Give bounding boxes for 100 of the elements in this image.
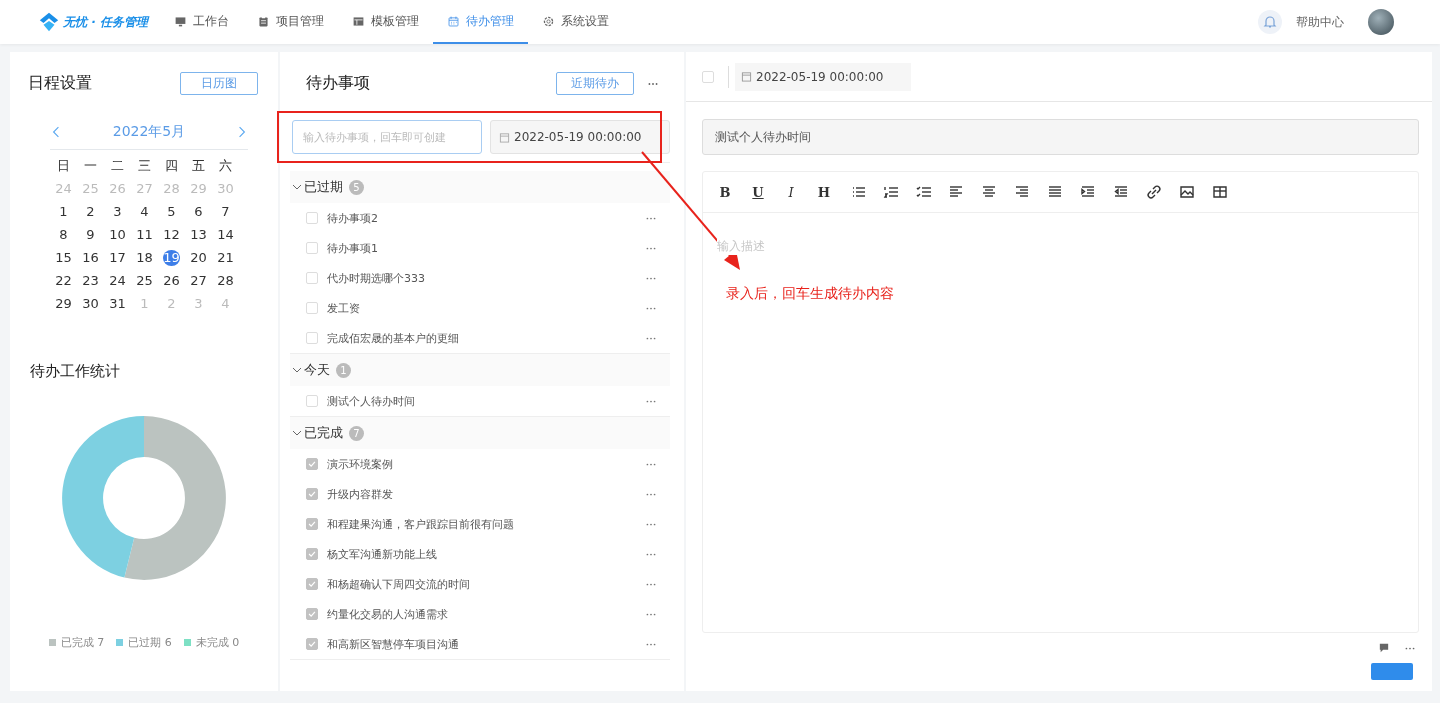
help-link[interactable]: 帮助中心 [1296, 13, 1344, 31]
calendar-day[interactable]: 8 [55, 227, 72, 243]
todo-item[interactable]: 演示环境案例 [327, 456, 646, 472]
calendar-day[interactable]: 26 [163, 273, 180, 289]
calendar-day[interactable]: 15 [55, 250, 72, 266]
calendar-day[interactable]: 3 [109, 204, 126, 220]
calendar-day[interactable]: 23 [82, 273, 99, 289]
more-icon[interactable] [646, 582, 656, 586]
calendar-day[interactable]: 13 [190, 227, 207, 243]
more-icon[interactable] [646, 522, 656, 526]
format-button[interactable]: I [783, 184, 799, 200]
calendar-day[interactable]: 27 [190, 273, 207, 289]
more-icon[interactable] [646, 246, 656, 250]
calendar-day[interactable]: 24 [109, 273, 126, 289]
nav-tab[interactable]: 工作台 [159, 0, 243, 44]
more-icon[interactable] [646, 336, 656, 340]
checkbox[interactable] [306, 272, 318, 284]
group-header[interactable]: 今天 1 [290, 354, 670, 386]
more-icon[interactable] [646, 306, 656, 310]
indent-icon[interactable] [1080, 184, 1096, 200]
calendar-day[interactable]: 10 [109, 227, 126, 243]
checkbox[interactable] [306, 458, 318, 470]
format-button[interactable]: H [816, 184, 832, 200]
calendar-day[interactable]: 6 [190, 204, 207, 220]
checkbox[interactable] [306, 608, 318, 620]
title-field[interactable]: 测试个人待办时间 [702, 119, 1419, 155]
align-left-icon[interactable] [948, 184, 964, 200]
group-header[interactable]: 已完成 7 [290, 417, 670, 449]
calendar-day[interactable]: 14 [217, 227, 234, 243]
checkbox[interactable] [306, 578, 318, 590]
task-list-icon[interactable] [915, 184, 931, 200]
checkbox[interactable] [306, 242, 318, 254]
calendar-day[interactable]: 12 [163, 227, 180, 243]
calendar-day[interactable]: 18 [136, 250, 153, 266]
calendar-day[interactable]: 5 [163, 204, 180, 220]
more-icon[interactable] [646, 552, 656, 556]
checkbox[interactable] [306, 548, 318, 560]
align-center-icon[interactable] [981, 184, 997, 200]
comment-icon[interactable] [1379, 643, 1389, 653]
checkbox[interactable] [306, 638, 318, 650]
calendar-day[interactable]: 2 [82, 204, 99, 220]
todo-item[interactable]: 和程建果沟通，客户跟踪目前很有问题 [327, 516, 646, 532]
image-icon[interactable] [1179, 184, 1195, 200]
more-icon[interactable] [1405, 646, 1415, 650]
calendar-day[interactable]: 16 [82, 250, 99, 266]
todo-item[interactable]: 待办事项1 [327, 240, 646, 256]
calendar-day[interactable]: 17 [109, 250, 126, 266]
checkbox[interactable] [306, 518, 318, 530]
todo-item[interactable]: 和杨超确认下周四交流的时间 [327, 576, 646, 592]
date-field[interactable]: 2022-05-19 00:00:00 [490, 120, 670, 154]
checkbox[interactable] [306, 332, 318, 344]
todo-item[interactable]: 发工资 [327, 300, 646, 316]
calendar-day[interactable]: 1 [55, 204, 72, 220]
calendar-day[interactable]: 30 [82, 296, 99, 312]
calendar-day[interactable]: 21 [217, 250, 234, 266]
calendar-day[interactable]: 25 [136, 273, 153, 289]
more-icon[interactable] [646, 216, 656, 220]
todo-item[interactable]: 杨文军沟通新功能上线 [327, 546, 646, 562]
table-icon[interactable] [1212, 184, 1228, 200]
link-icon[interactable] [1146, 184, 1162, 200]
numbered-list-icon[interactable] [882, 184, 898, 200]
more-icon[interactable] [646, 276, 656, 280]
checkbox[interactable] [306, 395, 318, 407]
format-button[interactable]: U [750, 184, 766, 200]
nav-tab[interactable]: 系统设置 [527, 0, 623, 44]
align-right-icon[interactable] [1014, 184, 1030, 200]
calendar-day[interactable]: 29 [55, 296, 72, 312]
todo-item[interactable]: 约量化交易的人沟通需求 [327, 606, 646, 622]
more-icon[interactable] [646, 492, 656, 496]
calendar-day[interactable]: 19 [163, 250, 180, 266]
todo-item[interactable]: 待办事项2 [327, 210, 646, 226]
calendar-day[interactable]: 7 [217, 204, 234, 220]
group-header[interactable]: 已过期 5 [290, 171, 670, 203]
todo-item[interactable]: 和高新区智慧停车项目沟通 [327, 636, 646, 652]
calendar-day[interactable]: 9 [82, 227, 99, 243]
justify-icon[interactable] [1047, 184, 1063, 200]
todo-item[interactable]: 测试个人待办时间 [327, 393, 646, 409]
more-icon[interactable] [648, 81, 658, 86]
more-icon[interactable] [646, 642, 656, 646]
more-icon[interactable] [646, 462, 656, 466]
nav-tab[interactable]: 模板管理 [337, 0, 433, 44]
calendar-day[interactable]: 11 [136, 227, 153, 243]
calendar-day[interactable]: 20 [190, 250, 207, 266]
checkbox[interactable] [306, 302, 318, 314]
calendar-day[interactable]: 4 [136, 204, 153, 220]
checkbox[interactable] [306, 488, 318, 500]
date-field[interactable]: 2022-05-19 00:00:00 [735, 62, 912, 91]
more-icon[interactable] [646, 399, 656, 403]
todo-item[interactable]: 升级内容群发 [327, 486, 646, 502]
calendar-day[interactable]: 28 [217, 273, 234, 289]
calendar-day[interactable]: 22 [55, 273, 72, 289]
todo-item[interactable]: 完成佰宏晟的基本户的更细 [327, 330, 646, 346]
calendar-day[interactable]: 31 [109, 296, 126, 312]
checkbox[interactable] [702, 70, 714, 83]
nav-tab[interactable]: 待办管理 [432, 0, 528, 44]
nav-tab[interactable]: 项目管理 [242, 0, 338, 44]
todo-item[interactable]: 代办时期选哪个333 [327, 270, 646, 286]
checkbox[interactable] [306, 212, 318, 224]
format-button[interactable]: B [717, 184, 733, 200]
outdent-icon[interactable] [1113, 184, 1129, 200]
